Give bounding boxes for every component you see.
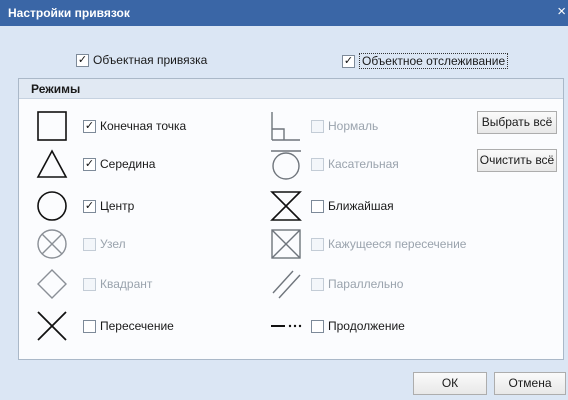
- modes-title: Режимы: [31, 82, 81, 96]
- node-icon: [37, 229, 67, 259]
- checkbox-label: Объектное отслеживание: [359, 53, 509, 69]
- mode-center[interactable]: ✓ Центр: [83, 199, 134, 213]
- cross-icon: [37, 311, 67, 341]
- mode-label: Касательная: [328, 157, 399, 171]
- mode-tangent[interactable]: Касательная: [311, 157, 399, 171]
- checkbox-box[interactable]: ✓: [342, 54, 355, 68]
- extension-icon: [271, 324, 302, 328]
- mode-label: Конечная точка: [100, 119, 187, 133]
- modes-group-header: Режимы: [19, 79, 563, 99]
- checkbox-box[interactable]: ✓: [83, 199, 96, 213]
- mode-extension[interactable]: Продолжение: [311, 319, 405, 333]
- checkbox-box[interactable]: [311, 157, 324, 171]
- cancel-button[interactable]: Отмена: [494, 372, 566, 395]
- object-tracking-checkbox[interactable]: ✓ Объектное отслеживание: [342, 53, 509, 69]
- title-bar: Настройки привязок ×: [0, 0, 568, 26]
- mode-midpoint[interactable]: ✓ Середина: [83, 157, 155, 171]
- ok-button[interactable]: ОК: [413, 372, 487, 395]
- checkbox-box[interactable]: ✓: [83, 119, 96, 133]
- checkbox-box[interactable]: [83, 237, 96, 251]
- checkbox-box[interactable]: [83, 319, 96, 333]
- window-title: Настройки привязок: [8, 6, 130, 20]
- checkbox-box[interactable]: [311, 319, 324, 333]
- perpendicular-icon: [271, 112, 300, 141]
- tangent-icon: [271, 150, 301, 180]
- mode-endpoint[interactable]: ✓ Конечная точка: [83, 119, 186, 133]
- mode-label: Пересечение: [100, 319, 174, 333]
- checkbox-box[interactable]: ✓: [83, 157, 96, 171]
- parallel-icon: [272, 270, 301, 299]
- select-all-button[interactable]: Выбрать всё: [477, 111, 557, 134]
- mode-quadrant[interactable]: Квадрант: [83, 277, 152, 291]
- mode-label: Нормаль: [328, 119, 379, 133]
- mode-label: Продолжение: [328, 319, 405, 333]
- checkbox-label: Объектная привязка: [93, 53, 208, 67]
- mode-label: Середина: [100, 157, 156, 171]
- checkbox-box[interactable]: [311, 277, 324, 291]
- mode-label: Ближайшая: [328, 199, 394, 213]
- object-snap-checkbox[interactable]: ✓ Объектная привязка: [76, 53, 207, 67]
- mode-intersection[interactable]: Пересечение: [83, 319, 174, 333]
- mode-perpendicular[interactable]: Нормаль: [311, 119, 378, 133]
- circle-icon: [37, 191, 67, 221]
- mode-label: Узел: [100, 237, 126, 251]
- triangle-icon: [36, 149, 68, 178]
- mode-label: Квадрант: [100, 277, 153, 291]
- mode-label: Центр: [100, 199, 135, 213]
- modes-group: Режимы ✓ Конечная точка ✓ Середина ✓ Цен…: [18, 78, 564, 360]
- square-icon: [37, 111, 67, 141]
- mode-apparent-intersection[interactable]: Кажущееся пересечение: [311, 237, 466, 251]
- checkbox-box[interactable]: [311, 199, 324, 213]
- diamond-icon: [37, 269, 67, 299]
- apparent-intersection-icon: [271, 229, 301, 259]
- mode-node[interactable]: Узел: [83, 237, 126, 251]
- checkbox-box[interactable]: [311, 119, 324, 133]
- clear-all-button[interactable]: Очистить всё: [477, 149, 557, 172]
- mode-nearest[interactable]: Ближайшая: [311, 199, 394, 213]
- checkbox-box[interactable]: [311, 237, 324, 251]
- nearest-icon: [270, 191, 302, 221]
- checkbox-box[interactable]: ✓: [76, 53, 89, 67]
- mode-parallel[interactable]: Параллельно: [311, 277, 403, 291]
- mode-label: Параллельно: [328, 277, 404, 291]
- checkbox-box[interactable]: [83, 277, 96, 291]
- mode-label: Кажущееся пересечение: [328, 237, 467, 251]
- close-icon[interactable]: ×: [557, 4, 566, 20]
